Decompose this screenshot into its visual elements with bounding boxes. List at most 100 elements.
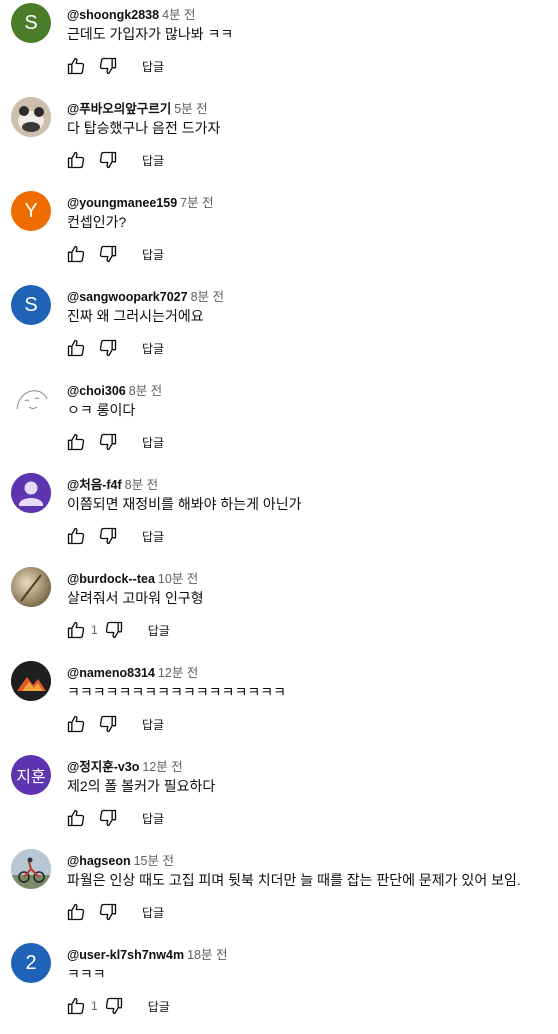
dislike-button[interactable] (96, 54, 120, 78)
like-button[interactable] (64, 712, 88, 736)
dislike-button[interactable] (96, 900, 120, 924)
reply-button[interactable]: 답글 (142, 904, 164, 921)
avatar[interactable] (11, 473, 51, 513)
like-button[interactable] (64, 994, 88, 1018)
avatar-letter: 지훈 (16, 769, 46, 786)
avatar[interactable] (11, 379, 51, 419)
comment-time[interactable]: 4분 전 (162, 8, 195, 22)
dislike-button[interactable] (96, 806, 120, 830)
author-name[interactable]: @hagseon (67, 854, 131, 868)
thumb-down-icon (98, 244, 118, 264)
like-button[interactable] (64, 806, 88, 830)
author-name[interactable]: @youngmanee159 (67, 196, 177, 210)
author-name[interactable]: @choi306 (67, 384, 126, 398)
reply-button[interactable]: 답글 (142, 58, 164, 75)
thumb-up-icon (66, 620, 86, 640)
thumb-down-icon (98, 338, 118, 358)
author-name[interactable]: @user-kl7sh7nw4m (67, 948, 184, 962)
dislike-button[interactable] (96, 430, 120, 454)
dislike-button[interactable] (96, 242, 120, 266)
like-button[interactable] (64, 54, 88, 78)
reply-button[interactable]: 답글 (142, 434, 164, 451)
like-button[interactable] (64, 242, 88, 266)
reply-button[interactable]: 답글 (142, 810, 164, 827)
comment-actions: 답글 (64, 900, 164, 924)
author-name[interactable]: @정지훈-v3o (67, 760, 139, 774)
comment-item: @nameno8314 12분 전 ㅋㅋㅋㅋㅋㅋㅋㅋㅋㅋㅋㅋㅋㅋㅋㅋㅋ 답글 (0, 658, 558, 752)
avatar-letter: S (24, 293, 38, 316)
like-button[interactable] (64, 430, 88, 454)
comment-time[interactable]: 5분 전 (174, 102, 207, 116)
like-button[interactable] (64, 336, 88, 360)
comment-header: @youngmanee159 7분 전 (67, 192, 214, 211)
comment-header: @nameno8314 12분 전 (67, 662, 198, 681)
dislike-button[interactable] (96, 148, 120, 172)
comment-actions: 답글 (64, 148, 164, 172)
comment-item: @hagseon 15분 전 파월은 인상 때도 고집 피며 뒷북 치더만 늘 때를… (0, 846, 558, 940)
reply-button[interactable]: 답글 (142, 716, 164, 733)
thumb-up-icon (66, 902, 86, 922)
avatar[interactable]: Y (11, 191, 51, 231)
comment-actions: 답글 (64, 712, 164, 736)
reply-button[interactable]: 답글 (142, 528, 164, 545)
comment-actions: 답글 (64, 524, 164, 548)
author-name[interactable]: @shoongk2838 (67, 8, 159, 22)
comment-time[interactable]: 10분 전 (158, 572, 198, 586)
author-name[interactable]: @푸바오의앞구르기 (67, 102, 171, 116)
avatar[interactable]: S (11, 3, 51, 43)
author-name[interactable]: @nameno8314 (67, 666, 155, 680)
dislike-button[interactable] (96, 712, 120, 736)
avatar-letter: 2 (25, 951, 37, 974)
thumb-down-icon (104, 996, 124, 1016)
thumb-up-icon (66, 150, 86, 170)
comment-item: S @sangwoopark7027 8분 전 진짜 왜 그러시는거에요 답글 (0, 282, 558, 376)
comment-text: 컨셉인가? (67, 214, 127, 230)
comment-actions: 답글 (64, 242, 164, 266)
comment-time[interactable]: 8분 전 (125, 478, 158, 492)
author-name[interactable]: @sangwoopark7027 (67, 290, 188, 304)
thumb-up-icon (66, 244, 86, 264)
comment-time[interactable]: 12분 전 (142, 760, 182, 774)
avatar[interactable]: S (11, 285, 51, 325)
avatar[interactable]: 2 (11, 943, 51, 983)
dislike-button[interactable] (96, 524, 120, 548)
comment-text: 살려줘서 고마워 인구형 (67, 590, 204, 606)
like-button[interactable] (64, 524, 88, 548)
comment-time[interactable]: 18분 전 (187, 948, 227, 962)
comment-time[interactable]: 7분 전 (180, 196, 213, 210)
comment-text: 다 탑승했구나 음전 드가자 (67, 120, 221, 136)
comment-time[interactable]: 8분 전 (129, 384, 162, 398)
author-name[interactable]: @burdock--tea (67, 572, 155, 586)
reply-button[interactable]: 답글 (142, 152, 164, 169)
author-name[interactable]: @처음-f4f (67, 478, 122, 492)
comment-header: @sangwoopark7027 8분 전 (67, 286, 224, 305)
avatar[interactable] (11, 567, 51, 607)
like-button[interactable] (64, 618, 88, 642)
avatar[interactable]: 지훈 (11, 755, 51, 795)
comment-header: @burdock--tea 10분 전 (67, 568, 198, 587)
photo-tea-icon (11, 567, 51, 607)
sketch-face-icon (11, 379, 51, 419)
thumb-up-icon (66, 996, 86, 1016)
dislike-button[interactable] (102, 994, 126, 1018)
reply-button[interactable]: 답글 (148, 622, 170, 639)
thumb-down-icon (98, 56, 118, 76)
like-button[interactable] (64, 148, 88, 172)
comment-item: Y @youngmanee159 7분 전컨셉인가? 답글 (0, 188, 558, 282)
comment-actions: 1 답글 (64, 994, 170, 1018)
comment-time[interactable]: 12분 전 (158, 666, 198, 680)
reply-button[interactable]: 답글 (142, 340, 164, 357)
thumb-up-icon (66, 56, 86, 76)
photo-cyclist-icon (11, 849, 51, 889)
comment-time[interactable]: 15분 전 (134, 854, 174, 868)
avatar[interactable] (11, 849, 51, 889)
reply-button[interactable]: 답글 (142, 246, 164, 263)
like-button[interactable] (64, 900, 88, 924)
comment-time[interactable]: 8분 전 (191, 290, 224, 304)
avatar[interactable] (11, 97, 51, 137)
avatar[interactable] (11, 661, 51, 701)
thumb-down-icon (98, 714, 118, 734)
dislike-button[interactable] (102, 618, 126, 642)
dislike-button[interactable] (96, 336, 120, 360)
reply-button[interactable]: 답글 (148, 998, 170, 1015)
